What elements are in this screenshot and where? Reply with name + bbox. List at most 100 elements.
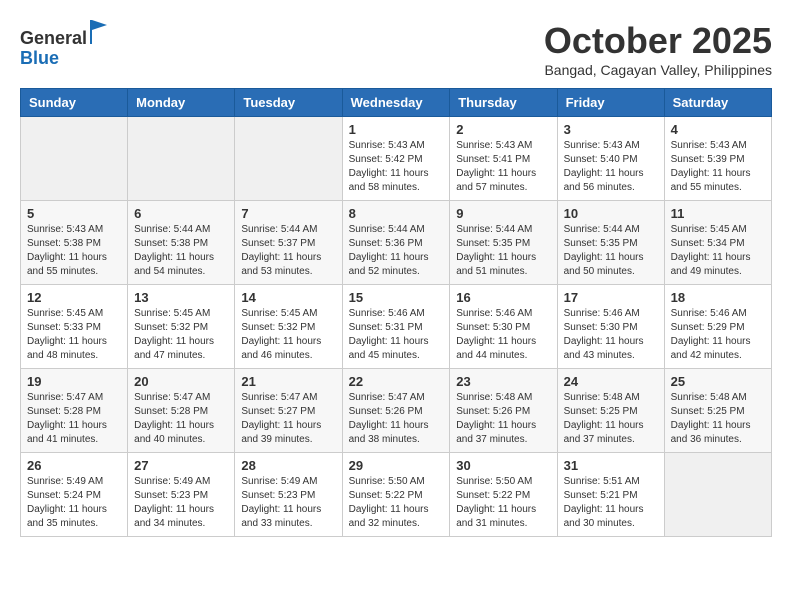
day-info: Sunrise: 5:46 AM Sunset: 5:31 PM Dayligh… xyxy=(349,307,444,363)
day-info: Sunrise: 5:43 AM Sunset: 5:40 PM Dayligh… xyxy=(564,139,658,195)
page-header: General Blue October 2025 Bangad, Cagaya… xyxy=(20,20,772,78)
calendar-cell: 30 Sunrise: 5:50 AM Sunset: 5:22 PM Dayli… xyxy=(450,453,557,537)
calendar-week-row: 12 Sunrise: 5:45 AM Sunset: 5:33 PM Dayli… xyxy=(21,285,772,369)
day-number: 23 xyxy=(456,374,550,389)
day-number: 3 xyxy=(564,122,658,137)
day-number: 6 xyxy=(134,206,228,221)
day-number: 19 xyxy=(27,374,121,389)
day-number: 13 xyxy=(134,290,228,305)
month-title: October 2025 xyxy=(544,20,772,62)
calendar-cell xyxy=(21,117,128,201)
day-info: Sunrise: 5:47 AM Sunset: 5:26 PM Dayligh… xyxy=(349,391,444,447)
calendar-cell: 7Sunrise: 5:44 AM Sunset: 5:37 PM Daylig… xyxy=(235,201,342,285)
day-info: Sunrise: 5:49 AM Sunset: 5:24 PM Dayligh… xyxy=(27,475,121,531)
calendar-cell: 10Sunrise: 5:44 AM Sunset: 5:35 PM Dayli… xyxy=(557,201,664,285)
day-number: 25 xyxy=(671,374,765,389)
weekday-header-row: SundayMondayTuesdayWednesdayThursdayFrid… xyxy=(21,89,772,117)
weekday-header-sunday: Sunday xyxy=(21,89,128,117)
day-info: Sunrise: 5:47 AM Sunset: 5:28 PM Dayligh… xyxy=(134,391,228,447)
calendar-cell xyxy=(664,453,771,537)
weekday-header-saturday: Saturday xyxy=(664,89,771,117)
calendar-cell: 2 Sunrise: 5:43 AM Sunset: 5:41 PM Daylig… xyxy=(450,117,557,201)
calendar-cell: 6 Sunrise: 5:44 AM Sunset: 5:38 PM Daylig… xyxy=(128,201,235,285)
calendar-cell: 3 Sunrise: 5:43 AM Sunset: 5:40 PM Daylig… xyxy=(557,117,664,201)
day-number: 26 xyxy=(27,458,121,473)
day-number: 2 xyxy=(456,122,550,137)
day-number: 29 xyxy=(349,458,444,473)
day-number: 18 xyxy=(671,290,765,305)
calendar-cell: 21Sunrise: 5:47 AM Sunset: 5:27 PM Dayli… xyxy=(235,369,342,453)
weekday-header-tuesday: Tuesday xyxy=(235,89,342,117)
day-number: 17 xyxy=(564,290,658,305)
day-info: Sunrise: 5:51 AM Sunset: 5:21 PM Dayligh… xyxy=(564,475,658,531)
day-number: 30 xyxy=(456,458,550,473)
day-info: Sunrise: 5:43 AM Sunset: 5:41 PM Dayligh… xyxy=(456,139,550,195)
day-number: 22 xyxy=(349,374,444,389)
weekday-header-thursday: Thursday xyxy=(450,89,557,117)
calendar-week-row: 19 Sunrise: 5:47 AM Sunset: 5:28 PM Dayli… xyxy=(21,369,772,453)
calendar-cell: 8 Sunrise: 5:44 AM Sunset: 5:36 PM Daylig… xyxy=(342,201,450,285)
day-number: 8 xyxy=(349,206,444,221)
calendar-cell: 17Sunrise: 5:46 AM Sunset: 5:30 PM Dayli… xyxy=(557,285,664,369)
weekday-header-monday: Monday xyxy=(128,89,235,117)
calendar-cell: 19Sunrise: 5:47 AM Sunset: 5:28 PM Dayli… xyxy=(21,369,128,453)
day-info: Sunrise: 5:43 AM Sunset: 5:42 PM Dayligh… xyxy=(349,139,444,195)
calendar-cell: 15Sunrise: 5:46 AM Sunset: 5:31 PM Dayli… xyxy=(342,285,450,369)
day-info: Sunrise: 5:50 AM Sunset: 5:22 PM Dayligh… xyxy=(456,475,550,531)
day-info: Sunrise: 5:44 AM Sunset: 5:35 PM Dayligh… xyxy=(456,223,550,279)
calendar-cell: 14 Sunrise: 5:45 AM Sunset: 5:32 PM Dayli… xyxy=(235,285,342,369)
day-number: 28 xyxy=(241,458,335,473)
day-info: Sunrise: 5:44 AM Sunset: 5:36 PM Dayligh… xyxy=(349,223,444,279)
calendar-cell xyxy=(235,117,342,201)
calendar-cell: 31 Sunrise: 5:51 AM Sunset: 5:21 PM Dayli… xyxy=(557,453,664,537)
day-number: 16 xyxy=(456,290,550,305)
logo-general: General xyxy=(20,28,87,48)
weekday-header-friday: Friday xyxy=(557,89,664,117)
calendar-cell: 22 Sunrise: 5:47 AM Sunset: 5:26 PM Dayli… xyxy=(342,369,450,453)
day-info: Sunrise: 5:44 AM Sunset: 5:37 PM Dayligh… xyxy=(241,223,335,279)
calendar-cell: 1Sunrise: 5:43 AM Sunset: 5:42 PM Daylig… xyxy=(342,117,450,201)
day-number: 27 xyxy=(134,458,228,473)
day-number: 12 xyxy=(27,290,121,305)
title-block: October 2025 Bangad, Cagayan Valley, Phi… xyxy=(544,20,772,78)
day-number: 31 xyxy=(564,458,658,473)
day-info: Sunrise: 5:46 AM Sunset: 5:29 PM Dayligh… xyxy=(671,307,765,363)
location-title: Bangad, Cagayan Valley, Philippines xyxy=(544,62,772,78)
day-info: Sunrise: 5:48 AM Sunset: 5:25 PM Dayligh… xyxy=(671,391,765,447)
calendar-table: SundayMondayTuesdayWednesdayThursdayFrid… xyxy=(20,88,772,537)
calendar-cell: 16 Sunrise: 5:46 AM Sunset: 5:30 PM Dayli… xyxy=(450,285,557,369)
day-info: Sunrise: 5:49 AM Sunset: 5:23 PM Dayligh… xyxy=(241,475,335,531)
day-number: 11 xyxy=(671,206,765,221)
day-info: Sunrise: 5:48 AM Sunset: 5:26 PM Dayligh… xyxy=(456,391,550,447)
logo: General Blue xyxy=(20,20,109,69)
calendar-week-row: 1Sunrise: 5:43 AM Sunset: 5:42 PM Daylig… xyxy=(21,117,772,201)
day-info: Sunrise: 5:45 AM Sunset: 5:32 PM Dayligh… xyxy=(134,307,228,363)
weekday-header-wednesday: Wednesday xyxy=(342,89,450,117)
calendar-cell: 20Sunrise: 5:47 AM Sunset: 5:28 PM Dayli… xyxy=(128,369,235,453)
day-number: 5 xyxy=(27,206,121,221)
day-info: Sunrise: 5:46 AM Sunset: 5:30 PM Dayligh… xyxy=(456,307,550,363)
calendar-week-row: 26 Sunrise: 5:49 AM Sunset: 5:24 PM Dayli… xyxy=(21,453,772,537)
calendar-cell: 23 Sunrise: 5:48 AM Sunset: 5:26 PM Dayli… xyxy=(450,369,557,453)
logo-flag-icon xyxy=(89,20,109,44)
calendar-cell: 9 Sunrise: 5:44 AM Sunset: 5:35 PM Daylig… xyxy=(450,201,557,285)
day-info: Sunrise: 5:44 AM Sunset: 5:38 PM Dayligh… xyxy=(134,223,228,279)
calendar-cell: 18 Sunrise: 5:46 AM Sunset: 5:29 PM Dayli… xyxy=(664,285,771,369)
day-info: Sunrise: 5:49 AM Sunset: 5:23 PM Dayligh… xyxy=(134,475,228,531)
day-info: Sunrise: 5:45 AM Sunset: 5:32 PM Dayligh… xyxy=(241,307,335,363)
calendar-cell: 4Sunrise: 5:43 AM Sunset: 5:39 PM Daylig… xyxy=(664,117,771,201)
day-info: Sunrise: 5:50 AM Sunset: 5:22 PM Dayligh… xyxy=(349,475,444,531)
calendar-week-row: 5 Sunrise: 5:43 AM Sunset: 5:38 PM Daylig… xyxy=(21,201,772,285)
calendar-cell: 24Sunrise: 5:48 AM Sunset: 5:25 PM Dayli… xyxy=(557,369,664,453)
calendar-cell: 26 Sunrise: 5:49 AM Sunset: 5:24 PM Dayli… xyxy=(21,453,128,537)
day-number: 10 xyxy=(564,206,658,221)
day-number: 21 xyxy=(241,374,335,389)
day-info: Sunrise: 5:43 AM Sunset: 5:39 PM Dayligh… xyxy=(671,139,765,195)
day-info: Sunrise: 5:43 AM Sunset: 5:38 PM Dayligh… xyxy=(27,223,121,279)
day-info: Sunrise: 5:45 AM Sunset: 5:33 PM Dayligh… xyxy=(27,307,121,363)
day-number: 14 xyxy=(241,290,335,305)
calendar-cell: 25 Sunrise: 5:48 AM Sunset: 5:25 PM Dayli… xyxy=(664,369,771,453)
calendar-cell xyxy=(128,117,235,201)
day-number: 9 xyxy=(456,206,550,221)
calendar-cell: 13 Sunrise: 5:45 AM Sunset: 5:32 PM Dayli… xyxy=(128,285,235,369)
